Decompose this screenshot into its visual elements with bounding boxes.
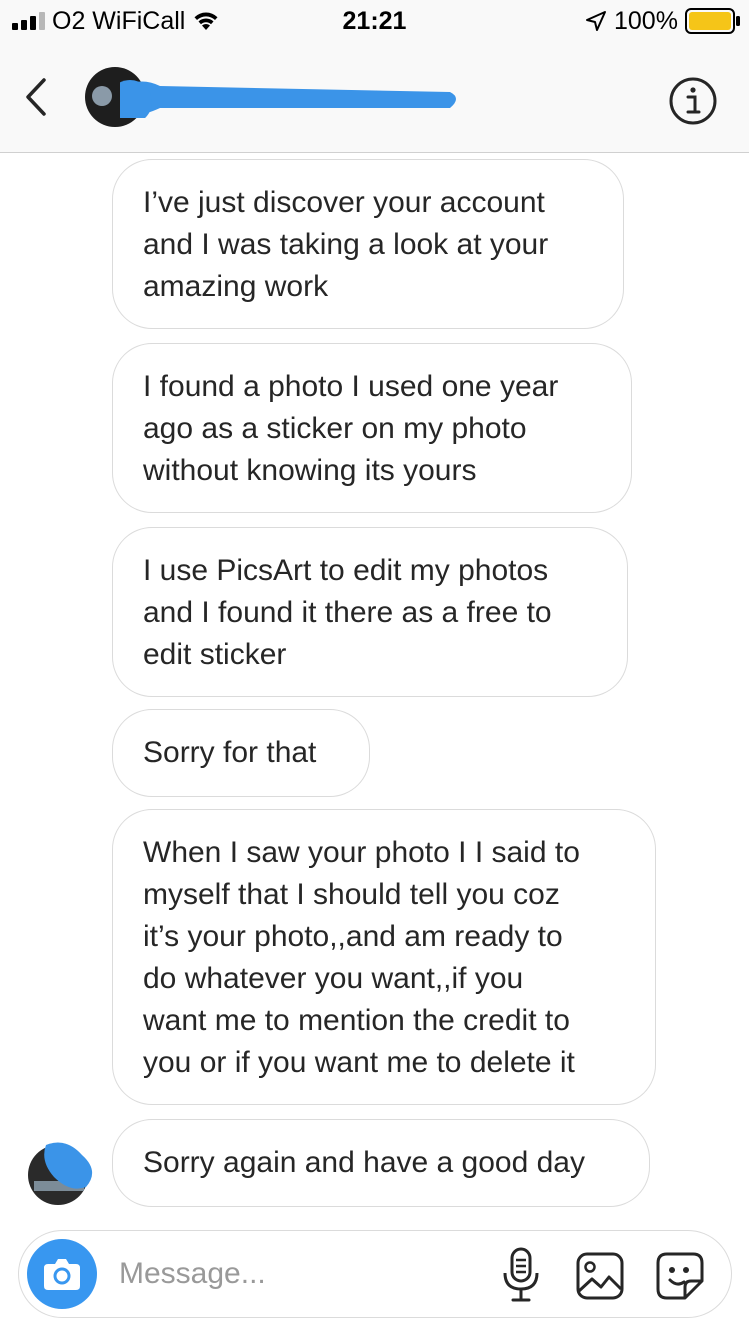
message-thread[interactable]: I’ve just discover your account and I wa… bbox=[0, 153, 749, 1223]
gallery-icon[interactable] bbox=[575, 1251, 625, 1301]
microphone-icon[interactable] bbox=[501, 1247, 541, 1303]
battery-percent: 100% bbox=[614, 7, 678, 35]
sticker-icon[interactable] bbox=[655, 1251, 705, 1301]
message-bubble[interactable]: I found a photo I used one year ago as a… bbox=[112, 343, 632, 513]
status-bar: O2 WiFiCall 21:21 100% bbox=[0, 0, 749, 44]
sender-avatar[interactable] bbox=[26, 1141, 98, 1205]
message-composer bbox=[18, 1230, 732, 1318]
message-bubble[interactable]: Sorry for that bbox=[112, 709, 370, 797]
camera-button[interactable] bbox=[27, 1239, 97, 1309]
message-bubble[interactable]: I use PicsArt to edit my photos and I fo… bbox=[112, 527, 628, 697]
back-chevron-icon[interactable] bbox=[18, 72, 58, 122]
message-bubble[interactable]: Sorry again and have a good day bbox=[112, 1119, 650, 1207]
info-icon[interactable] bbox=[668, 76, 718, 126]
location-arrow-icon bbox=[586, 11, 606, 31]
username-redaction[interactable] bbox=[120, 78, 460, 118]
message-bubble[interactable]: I’ve just discover your account and I wa… bbox=[112, 159, 624, 329]
conversation-header bbox=[0, 44, 749, 153]
camera-icon bbox=[44, 1259, 80, 1290]
battery-icon bbox=[685, 8, 740, 34]
message-input[interactable] bbox=[119, 1253, 479, 1295]
message-bubble[interactable]: When I saw your photo I I said to myself… bbox=[112, 809, 656, 1105]
